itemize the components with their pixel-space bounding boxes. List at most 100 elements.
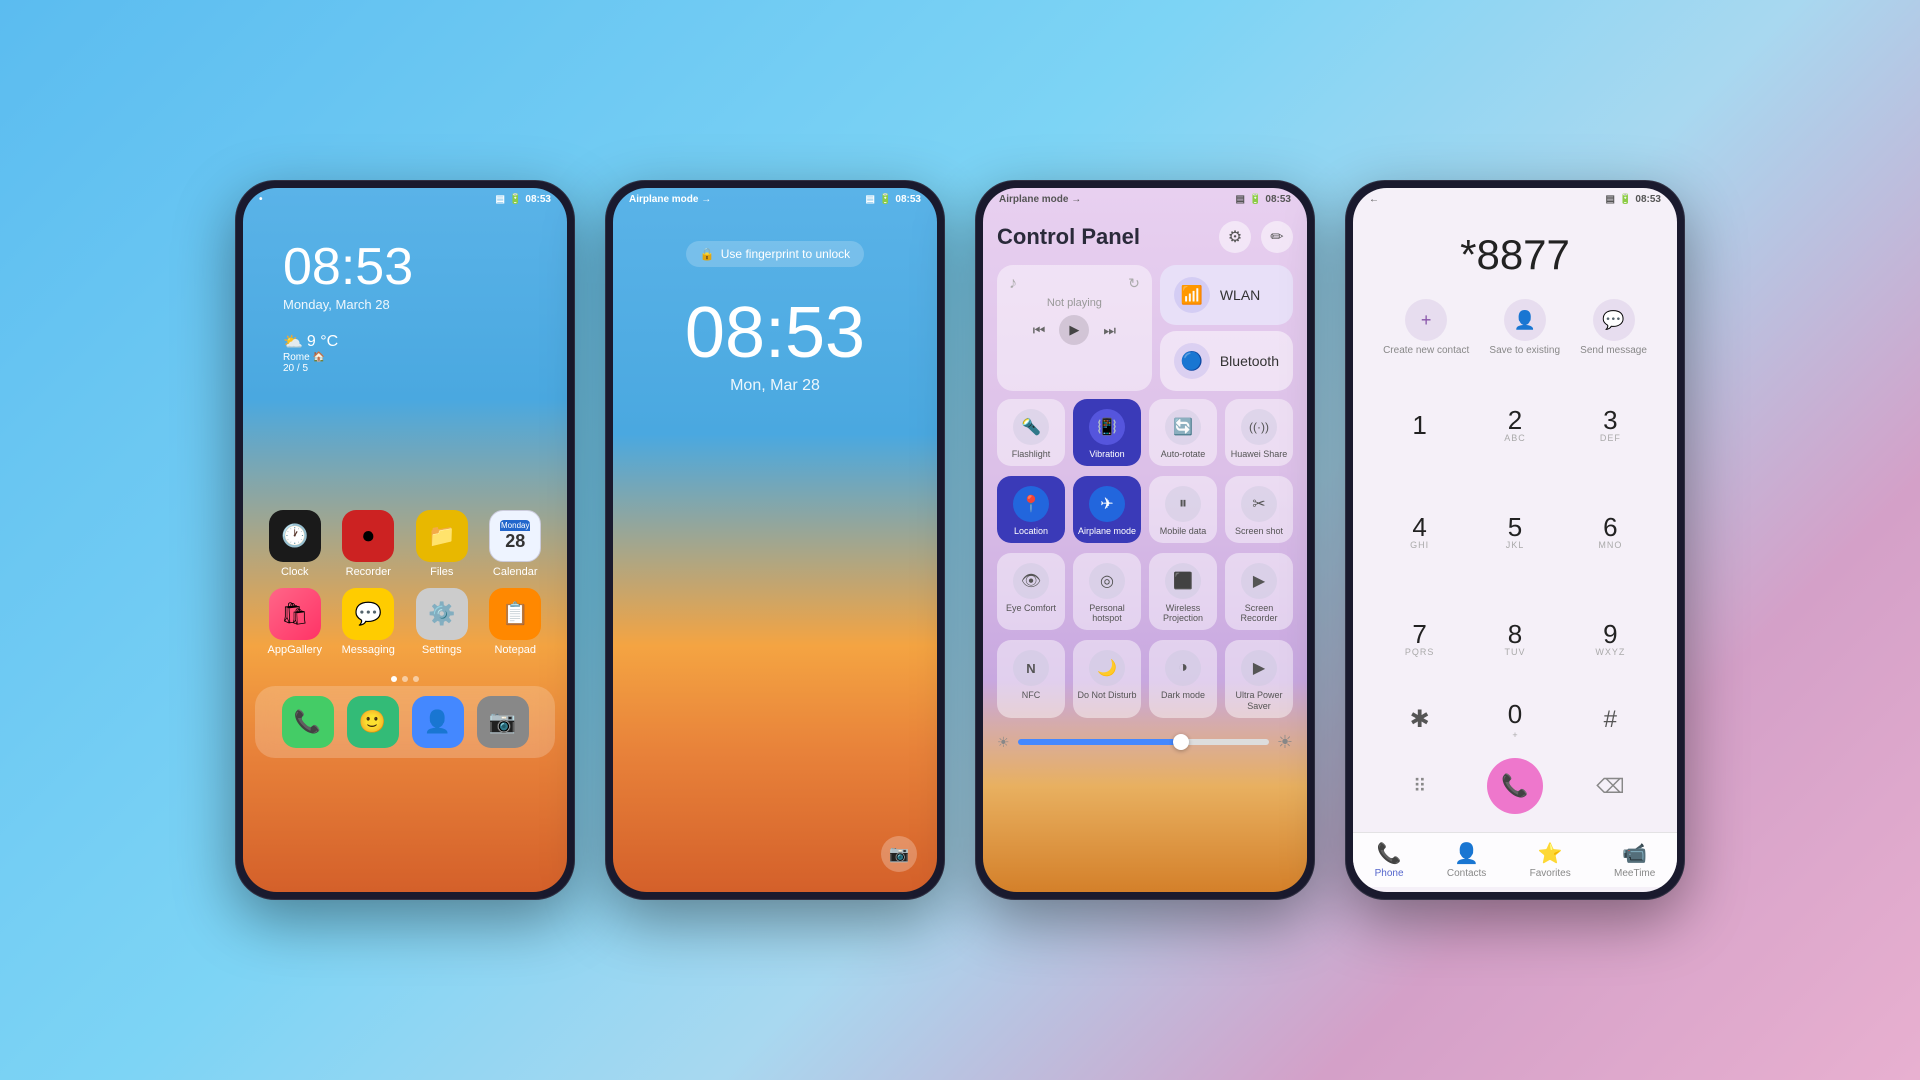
app-notepad[interactable]: 📋 Notepad	[484, 588, 548, 656]
create-contact-label: Create new contact	[1383, 345, 1469, 356]
files-label: Files	[430, 566, 453, 578]
status-bar-3: Airplane mode → ▤ 🔋 08:53	[983, 188, 1307, 211]
tile-location[interactable]: 📍 Location	[997, 476, 1065, 543]
dialer-nav: 📞 Phone 👤 Contacts ⭐ Favorites 📹 MeeTime	[1353, 832, 1677, 887]
dock-contacts2[interactable]: 👤	[412, 696, 464, 748]
cp-title: Control Panel	[997, 224, 1140, 250]
save-existing-label: Save to existing	[1489, 345, 1560, 356]
tile-mobile-data[interactable]: ⏸ Mobile data	[1149, 476, 1217, 543]
phone-3-control: Airplane mode → ▤ 🔋 08:53 Control Panel …	[975, 180, 1315, 900]
app-files[interactable]: 📁 Files	[410, 510, 474, 578]
location-icon: 📍	[1013, 486, 1049, 522]
brightness-slider[interactable]	[1018, 739, 1269, 745]
key-2[interactable]: 2 ABC	[1468, 372, 1561, 477]
prev-btn[interactable]: ⏮	[1033, 322, 1046, 339]
calendar-icon: Monday 28	[489, 510, 541, 562]
tile-nfc[interactable]: N NFC	[997, 640, 1065, 718]
tile-huawei-share[interactable]: ((·)) Huawei Share	[1225, 399, 1293, 466]
app-recorder[interactable]: ⏺ Recorder	[337, 510, 401, 578]
next-btn[interactable]: ⏭	[1103, 322, 1116, 339]
grid-key[interactable]: ⠿	[1373, 750, 1466, 822]
battery-icon: 🔋	[509, 194, 521, 205]
brightness-thumb[interactable]	[1173, 734, 1189, 750]
tile-eye-comfort[interactable]: 👁 Eye Comfort	[997, 553, 1065, 631]
app-appgallery[interactable]: 🛍 AppGallery	[263, 588, 327, 656]
settings-label: Settings	[422, 644, 462, 656]
control-panel: Control Panel ⚙ ✏ ♪ ↻ Not playing ⏮	[983, 211, 1307, 767]
bluetooth-label: Bluetooth	[1220, 353, 1279, 369]
key-9[interactable]: 9 WXYZ	[1564, 586, 1657, 691]
lock-clock: 08:53	[685, 297, 865, 369]
call-button[interactable]: 📞	[1487, 758, 1543, 814]
key-6[interactable]: 6 MNO	[1564, 479, 1657, 584]
key-3[interactable]: 3 DEF	[1564, 372, 1657, 477]
screen-recorder-label: Screen Recorder	[1229, 603, 1289, 625]
wlan-tile[interactable]: 📶 WLAN	[1160, 265, 1293, 325]
home-time: 08:53 Monday, March 28	[263, 221, 547, 312]
dot-3	[413, 676, 419, 682]
tile-flashlight[interactable]: 🔦 Flashlight	[997, 399, 1065, 466]
dark-mode-icon: ◑	[1165, 650, 1201, 686]
weather-city: Rome 🏠	[283, 352, 527, 363]
cp-grid-2: 📍 Location ✈ Airplane mode ⏸ Mobile data…	[997, 476, 1293, 543]
nav-meetime[interactable]: 📹 MeeTime	[1614, 841, 1655, 879]
lock-camera-button[interactable]: 📷	[881, 836, 917, 872]
key-4[interactable]: 4 GHI	[1373, 479, 1466, 584]
tile-power-saver[interactable]: ▶ Ultra Power Saver	[1225, 640, 1293, 718]
tile-wireless[interactable]: ⬛ Wireless Projection	[1149, 553, 1217, 631]
dock-contacts1[interactable]: 🙂	[347, 696, 399, 748]
notepad-icon: 📋	[489, 588, 541, 640]
app-messaging[interactable]: 💬 Messaging	[337, 588, 401, 656]
nav-phone[interactable]: 📞 Phone	[1375, 841, 1404, 879]
tile-screenshot[interactable]: ✂ Screen shot	[1225, 476, 1293, 543]
play-btn[interactable]: ▶	[1059, 315, 1089, 345]
dock-phone[interactable]: 📞	[282, 696, 334, 748]
dnd-label: Do Not Disturb	[1077, 690, 1136, 701]
brightness-high-icon: ☀	[1277, 732, 1293, 753]
key-5[interactable]: 5 JKL	[1468, 479, 1561, 584]
nav-contacts[interactable]: 👤 Contacts	[1447, 841, 1486, 879]
tile-vibration[interactable]: 📳 Vibration	[1073, 399, 1141, 466]
calendar-label: Calendar	[493, 566, 538, 578]
key-hash[interactable]: #	[1564, 691, 1657, 748]
key-0[interactable]: 0 +	[1468, 691, 1561, 748]
nav-favorites-icon: ⭐	[1538, 841, 1563, 866]
create-contact-action[interactable]: + Create new contact	[1383, 299, 1469, 356]
key-1[interactable]: 1	[1373, 372, 1466, 477]
delete-icon: ⌫	[1596, 774, 1624, 799]
app-settings[interactable]: ⚙️ Settings	[410, 588, 474, 656]
app-clock[interactable]: 🕐 Clock	[263, 510, 327, 578]
app-calendar[interactable]: Monday 28 Calendar	[484, 510, 548, 578]
home-clock: 08:53	[283, 241, 527, 293]
bluetooth-tile[interactable]: 🔵 Bluetooth	[1160, 331, 1293, 391]
nav-favorites[interactable]: ⭐ Favorites	[1530, 841, 1571, 879]
lock-screen: 🔒 Use fingerprint to unlock 08:53 Mon, M…	[613, 211, 937, 395]
refresh-icon[interactable]: ↻	[1128, 275, 1140, 293]
save-existing-action[interactable]: 👤 Save to existing	[1489, 299, 1560, 356]
cp-edit-btn[interactable]: ✏	[1261, 221, 1293, 253]
dialer-actions: + Create new contact 👤 Save to existing …	[1353, 289, 1677, 372]
key-8[interactable]: 8 TUV	[1468, 586, 1561, 691]
time-2: 08:53	[895, 194, 921, 205]
tile-hotspot[interactable]: ◎ Personal hotspot	[1073, 553, 1141, 631]
dock-camera[interactable]: 📷	[477, 696, 529, 748]
tile-dark-mode[interactable]: ◑ Dark mode	[1149, 640, 1217, 718]
send-message-action[interactable]: 💬 Send message	[1580, 299, 1647, 356]
camera-icon: 📷	[477, 696, 529, 748]
nfc-label: NFC	[1022, 690, 1041, 701]
tile-dnd[interactable]: 🌙 Do Not Disturb	[1073, 640, 1141, 718]
vibration-label: Vibration	[1089, 449, 1124, 460]
screenshot-icon: ✂	[1241, 486, 1277, 522]
key-7[interactable]: 7 PQRS	[1373, 586, 1466, 691]
key-star[interactable]: ✱	[1373, 691, 1466, 748]
brightness-low-icon: ☀	[997, 734, 1010, 751]
tile-autorotate[interactable]: 🔄 Auto-rotate	[1149, 399, 1217, 466]
nav-favorites-label: Favorites	[1530, 868, 1571, 879]
numpad: 1 2 ABC 3 DEF 4 GHI 5 JKL	[1353, 372, 1677, 691]
time-1: 08:53	[525, 194, 551, 205]
tile-recorder[interactable]: ▶ Screen Recorder	[1225, 553, 1293, 631]
delete-key[interactable]: ⌫	[1564, 750, 1657, 822]
status-bar-4: ← ▤ 🔋 08:53	[1353, 188, 1677, 211]
tile-airplane[interactable]: ✈ Airplane mode	[1073, 476, 1141, 543]
cp-settings-btn[interactable]: ⚙	[1219, 221, 1251, 253]
